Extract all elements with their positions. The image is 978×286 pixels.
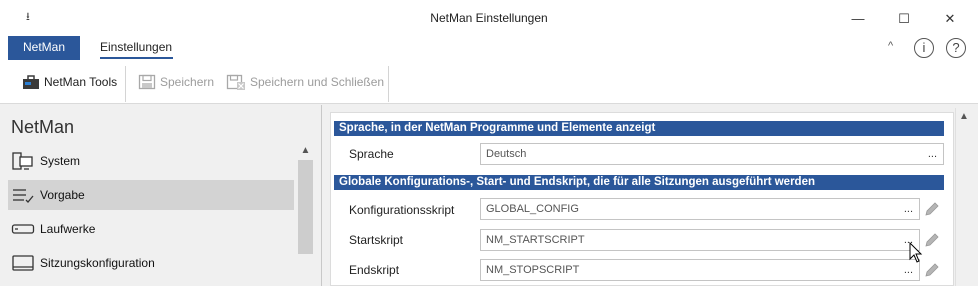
session-icon [10,253,36,273]
tab-netman[interactable]: NetMan [8,36,80,60]
config-script-value: GLOBAL_CONFIG [486,203,579,215]
window-title: NetMan Einstellungen [430,11,548,25]
ribbon-separator [125,66,126,102]
end-script-field[interactable]: NM_STOPSCRIPT ... [480,259,920,281]
scroll-up-icon[interactable]: ▲ [297,143,314,159]
minimize-button[interactable]: — [846,9,870,29]
help-icon[interactable]: ? [946,38,966,58]
close-button[interactable]: ✕ [938,9,962,29]
info-icon[interactable]: i [914,38,934,58]
collapse-ribbon-icon[interactable]: ^ [888,40,893,52]
nav-item-label: System [40,154,81,168]
netman-tools-button[interactable]: NetMan Tools [22,73,117,91]
save-label: Speichern [160,75,215,89]
nav-title: NetMan [11,117,75,137]
toolbox-icon [23,75,39,89]
end-script-label: Endskript [349,263,400,277]
ribbon-separator [388,66,389,102]
edit-pencil-icon[interactable] [923,200,941,218]
config-script-label: Konfigurationsskript [349,203,455,217]
system-icon [10,151,36,171]
drive-icon [10,219,36,239]
nav-item-laufwerke[interactable]: Laufwerke [8,214,294,244]
netman-tools-label: NetMan Tools [44,75,118,89]
section-header-scripts: Globale Konfigurations-, Start- und Ends… [334,175,944,190]
save-and-close-button[interactable]: Speichern und Schließen [226,73,384,91]
language-field[interactable]: Deutsch ... [480,143,944,165]
nav-item-label: Sitzungskonfiguration [40,256,155,270]
nav-item-system[interactable]: System [8,146,294,176]
nav-item-label: Laufwerke [40,222,96,236]
start-script-field[interactable]: NM_STARTSCRIPT ... [480,229,920,251]
active-tab-indicator [100,57,173,59]
maximize-button[interactable]: ☐ [892,9,916,29]
nav-scrollbar-thumb[interactable] [298,160,313,254]
save-and-close-label: Speichern und Schließen [250,75,385,89]
scroll-up-icon[interactable]: ▲ [955,108,973,126]
config-script-field[interactable]: GLOBAL_CONFIG ... [480,198,920,220]
language-value: Deutsch [486,148,527,160]
start-script-label: Startskript [349,233,404,247]
start-script-value: NM_STARTSCRIPT [486,234,585,246]
browse-button[interactable]: ... [904,199,913,219]
edit-pencil-icon[interactable] [923,231,941,249]
browse-button[interactable]: ... [928,144,937,164]
section-header-language: Sprache, in der NetMan Programme und Ele… [334,121,944,136]
nav-item-sitzungskonfiguration[interactable]: Sitzungskonfiguration [8,248,294,278]
tab-einstellungen[interactable]: Einstellungen [100,40,172,54]
list-check-icon [10,185,36,205]
mouse-cursor-icon [909,242,923,263]
nav-item-vorgabe[interactable]: Vorgabe [8,180,294,210]
end-script-value: NM_STOPSCRIPT [486,264,580,276]
save-close-icon [226,74,245,90]
save-icon [138,74,156,90]
language-label: Sprache [349,147,394,161]
nav-item-label: Vorgabe [40,188,85,202]
content-scrollbar[interactable] [955,108,973,286]
edit-pencil-icon[interactable] [923,261,941,279]
save-button[interactable]: Speichern [138,73,214,91]
